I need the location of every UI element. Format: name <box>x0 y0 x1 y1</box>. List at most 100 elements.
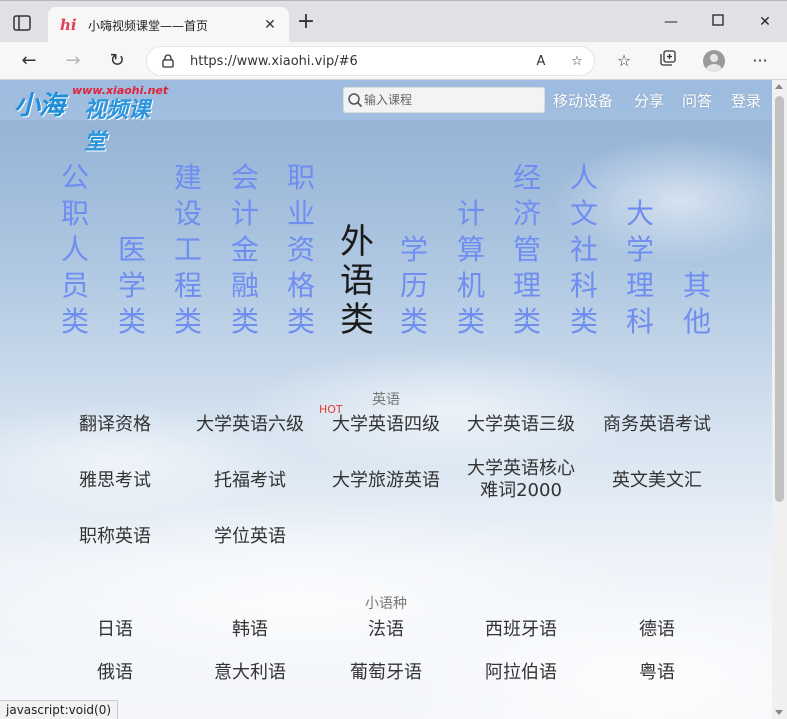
course-item[interactable]: 大学英语三级 <box>456 414 586 436</box>
category-char: 学 <box>625 233 654 266</box>
category-char: 类 <box>60 305 89 338</box>
category-char: 历 <box>399 269 428 302</box>
category-science[interactable]: 大学理科 <box>622 160 658 340</box>
site-favicon-icon: hi <box>60 16 77 34</box>
nav-login-link[interactable]: 登录 <box>731 90 761 111</box>
category-char: 语 <box>340 261 374 301</box>
section-title-minor-languages: 小语种 <box>365 596 407 612</box>
course-item[interactable]: 意大利语 <box>185 662 315 684</box>
active-tab[interactable]: hi 小嗨视频课堂——首页 ✕ <box>48 7 289 43</box>
course-item[interactable]: 俄语 <box>50 662 180 684</box>
close-window-icon[interactable]: ✕ <box>753 11 777 33</box>
course-item[interactable]: 韩语 <box>185 619 315 641</box>
course-item[interactable]: 德语 <box>592 619 722 641</box>
refresh-icon[interactable]: ↻ <box>105 49 129 73</box>
profile-avatar[interactable] <box>703 50 725 72</box>
more-menu-icon[interactable]: ··· <box>749 50 771 72</box>
course-item[interactable]: 西班牙语 <box>456 619 586 641</box>
category-medicine[interactable]: 医学类 <box>114 160 150 340</box>
category-char: 业 <box>286 197 315 230</box>
category-char: 济 <box>512 197 541 230</box>
course-item[interactable]: 翻译资格 <box>50 414 180 436</box>
course-item[interactable]: 大学英语六级 <box>185 414 315 436</box>
category-char: 人 <box>569 161 598 194</box>
category-accounting-finance[interactable]: 会计金融类 <box>227 160 263 340</box>
category-humanities[interactable]: 人文社科类 <box>566 160 602 340</box>
category-professional-cert[interactable]: 职业资格类 <box>283 160 319 340</box>
category-char: 类 <box>230 305 259 338</box>
category-computer[interactable]: 计算机类 <box>453 160 489 340</box>
logo-sub-text: 视频课堂 <box>84 98 151 155</box>
search-input[interactable] <box>364 89 542 111</box>
forward-icon[interactable]: → <box>61 49 85 73</box>
category-other[interactable]: 其他 <box>679 160 715 340</box>
category-char: 文 <box>569 197 598 230</box>
category-char: 类 <box>117 305 146 338</box>
course-item[interactable]: 葡萄牙语 <box>321 662 451 684</box>
course-item[interactable]: 大学英语四级 <box>321 414 451 436</box>
collections-icon[interactable] <box>657 50 679 72</box>
course-item[interactable]: 大学英语核心难词2000 <box>456 458 586 502</box>
site-header: 小海 www.xiaohi.net 视频课堂 移动设备 分享 问答 登录 <box>0 80 772 155</box>
category-academic-degree[interactable]: 学历类 <box>396 160 432 340</box>
browser-tab-bar: hi 小嗨视频课堂——首页 ✕ + — ✕ <box>0 0 787 43</box>
course-item[interactable]: 商务英语考试 <box>592 414 722 436</box>
lock-icon[interactable] <box>161 54 175 68</box>
scroll-up-icon[interactable] <box>775 84 783 89</box>
course-item[interactable]: 雅思考试 <box>50 470 180 492</box>
category-char: 建 <box>173 161 202 194</box>
address-bar[interactable]: https://www.xiaohi.vip/#6 A ☆ <box>146 46 595 76</box>
url-text[interactable]: https://www.xiaohi.vip/#6 <box>190 54 358 69</box>
search-icon[interactable] <box>347 92 363 108</box>
favorites-icon[interactable]: ☆ <box>613 50 635 72</box>
category-char: 理 <box>512 269 541 302</box>
minimize-icon[interactable]: — <box>659 11 683 33</box>
course-item[interactable]: 英文美文汇 <box>592 470 722 492</box>
course-item[interactable]: 法语 <box>321 619 451 641</box>
scroll-thumb[interactable] <box>775 96 784 502</box>
category-char: 大 <box>625 197 654 230</box>
course-item[interactable]: 学位英语 <box>185 526 315 548</box>
read-aloud-icon[interactable]: A <box>531 52 551 72</box>
back-icon[interactable]: ← <box>17 49 41 73</box>
category-char: 公 <box>60 161 89 194</box>
category-char: 类 <box>286 305 315 338</box>
page-scrollbar[interactable] <box>772 80 787 719</box>
search-box[interactable] <box>343 87 545 113</box>
nav-qa-link[interactable]: 问答 <box>682 90 712 111</box>
course-item[interactable]: 托福考试 <box>185 470 315 492</box>
category-civil-servant[interactable]: 公职人员类 <box>57 160 93 340</box>
tab-close-icon[interactable]: ✕ <box>261 16 279 34</box>
category-char: 类 <box>456 305 485 338</box>
category-char: 类 <box>399 305 428 338</box>
category-char: 科 <box>625 305 654 338</box>
nav-mobile-link[interactable]: 移动设备 <box>553 90 613 111</box>
category-economics-management[interactable]: 经济管理类 <box>509 160 545 340</box>
category-char: 格 <box>286 269 315 302</box>
course-item[interactable]: 粤语 <box>592 662 722 684</box>
scroll-down-icon[interactable] <box>775 710 783 715</box>
category-construction[interactable]: 建设工程类 <box>170 160 206 340</box>
category-char: 外 <box>340 222 374 262</box>
category-foreign-language[interactable]: 外语类 <box>337 160 377 340</box>
tab-actions-icon[interactable] <box>10 13 34 33</box>
course-item[interactable]: 大学旅游英语 <box>321 470 451 492</box>
site-logo[interactable]: 小海 www.xiaohi.net 视频课堂 <box>14 83 168 155</box>
add-favorite-icon[interactable]: ☆ <box>567 52 587 72</box>
category-char: 学 <box>399 233 428 266</box>
category-char: 其 <box>682 269 711 302</box>
category-char: 科 <box>569 269 598 302</box>
new-tab-icon[interactable]: + <box>296 11 316 33</box>
maximize-icon[interactable] <box>706 11 730 33</box>
category-char: 职 <box>60 197 89 230</box>
course-item[interactable]: 阿拉伯语 <box>456 662 586 684</box>
page-viewport: 小海 www.xiaohi.net 视频课堂 移动设备 分享 问答 登录 公职人… <box>0 80 772 719</box>
course-item[interactable]: 职称英语 <box>50 526 180 548</box>
category-char: 他 <box>682 305 711 338</box>
status-bar-url: javascript:void(0) <box>0 700 119 719</box>
nav-share-link[interactable]: 分享 <box>634 90 664 111</box>
category-char: 理 <box>625 269 654 302</box>
course-item[interactable]: 日语 <box>50 619 180 641</box>
category-char: 机 <box>456 269 485 302</box>
category-char: 类 <box>569 305 598 338</box>
